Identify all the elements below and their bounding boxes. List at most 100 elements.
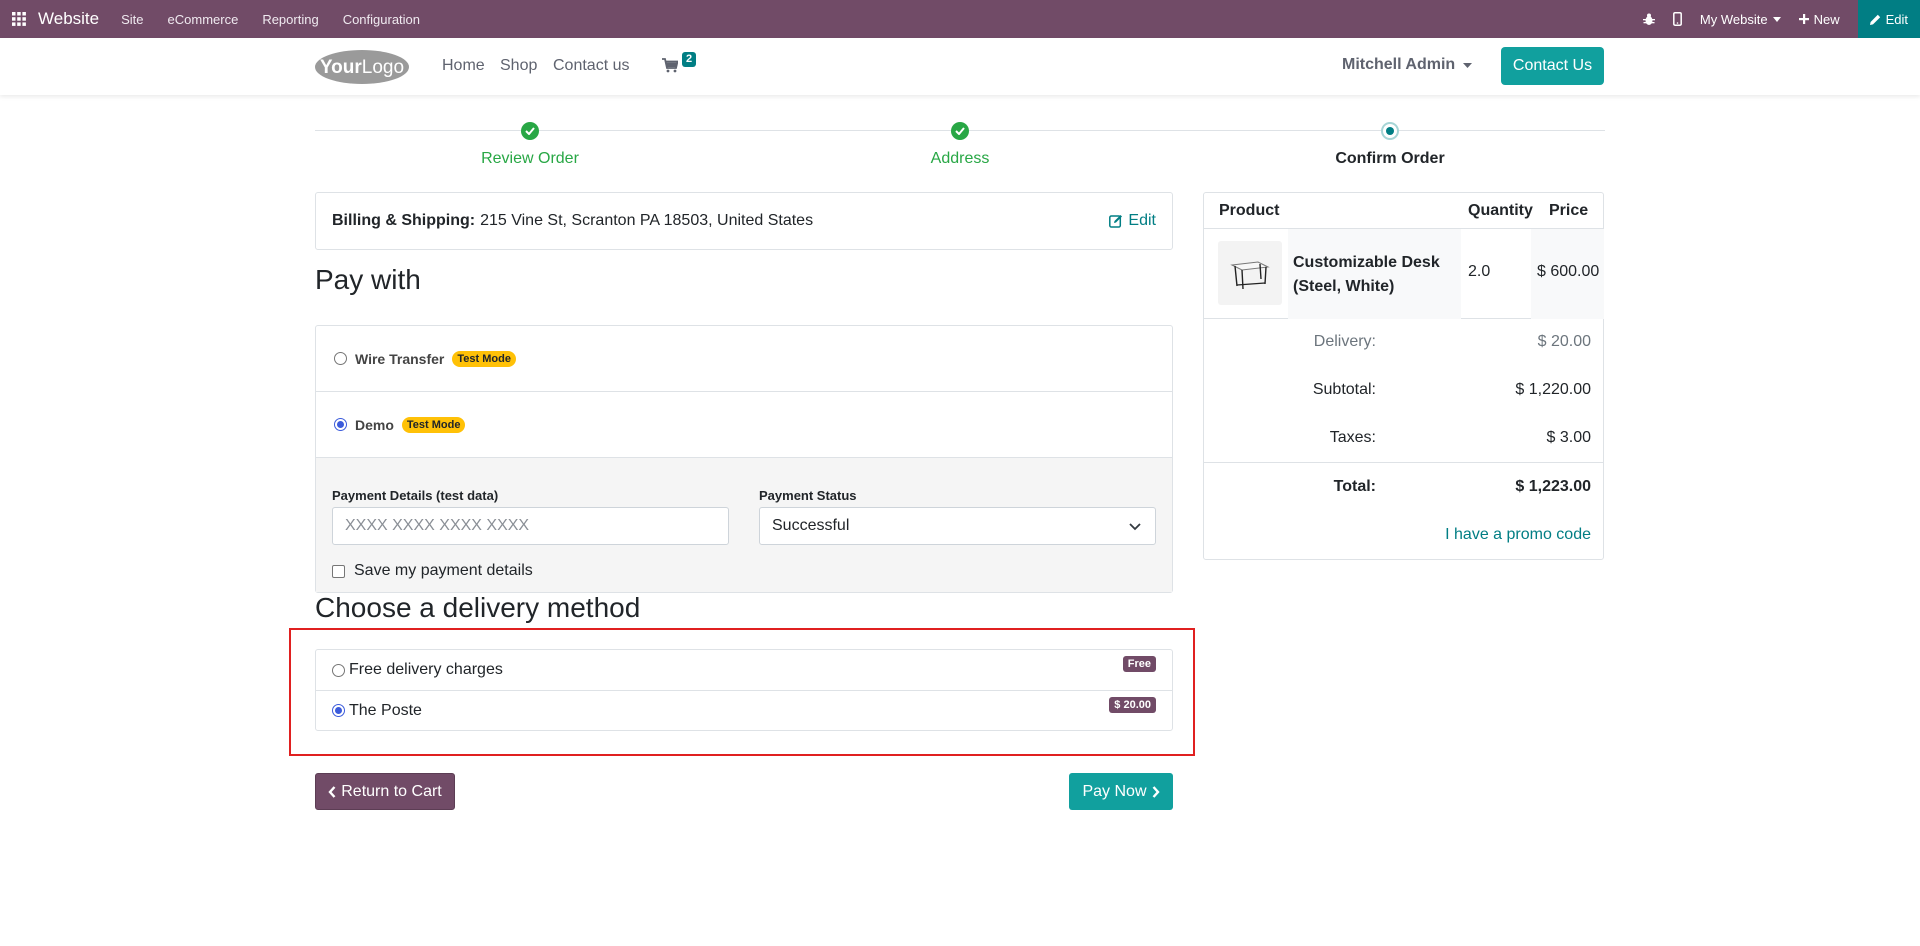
payment-status-value: Successful bbox=[772, 517, 850, 534]
product-name-line1: Customizable Desk bbox=[1293, 254, 1440, 271]
menu-reporting[interactable]: Reporting bbox=[262, 12, 318, 27]
column-product: Product bbox=[1219, 202, 1280, 219]
taxes-label: Taxes: bbox=[1329, 429, 1376, 446]
step-confirm-current-icon bbox=[1381, 122, 1399, 140]
payment-option-name: Wire Transfer bbox=[355, 350, 445, 367]
payment-option-demo[interactable]: Demo Test Mode bbox=[316, 392, 1172, 458]
summary-header: Product Quantity Price bbox=[1204, 193, 1603, 229]
my-website-dropdown[interactable]: My Website bbox=[1700, 12, 1781, 27]
payment-details-label: Payment Details (test data) bbox=[332, 488, 499, 503]
payment-option-name: Demo bbox=[355, 416, 394, 433]
site-logo[interactable]: YourLogo bbox=[314, 48, 410, 86]
delivery-methods-box: Free delivery charges Free The Poste $ 2… bbox=[315, 649, 1173, 731]
delivery-option-name: Free delivery charges bbox=[349, 661, 503, 678]
my-website-label: My Website bbox=[1699, 11, 1768, 27]
product-name-line2: (Steel, White) bbox=[1293, 278, 1395, 295]
column-quantity: Quantity bbox=[1468, 202, 1533, 219]
the-poste-radio[interactable] bbox=[332, 704, 345, 717]
delivery-price-badge: Free bbox=[1122, 656, 1156, 672]
user-name: Mitchell Admin bbox=[1342, 56, 1456, 73]
delivery-price-badge: $ 20.00 bbox=[1109, 697, 1156, 713]
menu-site[interactable]: Site bbox=[121, 12, 143, 27]
pencil-icon bbox=[1869, 14, 1880, 25]
save-payment-checkbox[interactable] bbox=[332, 564, 345, 578]
step-review-order[interactable]: Review Order bbox=[481, 150, 579, 168]
pay-with-title: Pay with bbox=[315, 264, 421, 295]
delivery-option-free[interactable]: Free delivery charges Free bbox=[316, 650, 1172, 690]
subtotal-value: $ 1,220.00 bbox=[1515, 381, 1591, 398]
delivery-value: $ 20.00 bbox=[1537, 333, 1591, 350]
subtotal-label: Subtotal: bbox=[1312, 381, 1376, 398]
debug-bug-icon[interactable] bbox=[1642, 13, 1655, 26]
return-to-cart-label: Return to Cart bbox=[341, 782, 442, 800]
test-mode-badge: Test Mode bbox=[452, 350, 516, 367]
nav-contact-us[interactable]: Contact us bbox=[553, 57, 629, 75]
menu-ecommerce[interactable]: eCommerce bbox=[168, 12, 239, 27]
edit-address-label: Edit bbox=[1128, 212, 1156, 229]
delivery-label: Delivery: bbox=[1313, 333, 1376, 350]
admin-brand[interactable]: Website bbox=[38, 9, 99, 29]
product-image[interactable] bbox=[1218, 241, 1282, 305]
promo-code-link[interactable]: I have a promo code bbox=[1445, 526, 1591, 544]
billing-address: 215 Vine St, Scranton PA 18503, United S… bbox=[480, 212, 814, 229]
user-menu[interactable]: Mitchell Admin bbox=[1342, 56, 1473, 74]
nav-home[interactable]: Home bbox=[442, 57, 485, 75]
product-price: $ 600.00 bbox=[1537, 263, 1600, 280]
svg-text:YourLogo: YourLogo bbox=[320, 57, 404, 78]
contact-us-button[interactable]: Contact Us bbox=[1501, 47, 1604, 85]
free-delivery-radio[interactable] bbox=[332, 663, 345, 677]
edit-address-link[interactable]: Edit bbox=[1109, 212, 1156, 230]
payment-methods-box: Wire Transfer Test Mode Demo Test Mode P… bbox=[315, 325, 1173, 593]
step-address[interactable]: Address bbox=[931, 150, 990, 168]
test-mode-badge: Test Mode bbox=[401, 416, 466, 433]
apps-menu-icon[interactable] bbox=[0, 0, 38, 38]
taxes-value: $ 3.00 bbox=[1546, 429, 1591, 446]
payment-details-panel: Payment Details (test data) XXXX XXXX XX… bbox=[316, 458, 1172, 592]
mobile-preview-icon[interactable] bbox=[1672, 12, 1682, 26]
payment-option-wire-transfer[interactable]: Wire Transfer Test Mode bbox=[316, 326, 1172, 392]
billing-shipping-box: Billing & Shipping: 215 Vine St, Scranto… bbox=[315, 192, 1173, 250]
caret-down-icon bbox=[1463, 62, 1473, 68]
return-to-cart-button[interactable]: Return to Cart bbox=[315, 773, 455, 810]
shopping-cart-icon bbox=[662, 58, 678, 73]
total-label: Total: bbox=[1333, 478, 1376, 495]
delivery-option-the-poste[interactable]: The Poste $ 20.00 bbox=[316, 690, 1172, 730]
payment-status-select[interactable]: Successful bbox=[759, 507, 1156, 545]
edit-label: Edit bbox=[1885, 11, 1908, 27]
pay-now-label: Pay Now bbox=[1082, 782, 1147, 800]
column-price: Price bbox=[1549, 202, 1589, 219]
step-review-check-icon bbox=[521, 122, 539, 140]
edit-website-button[interactable]: Edit bbox=[1857, 0, 1920, 38]
payment-status-label: Payment Status bbox=[759, 488, 857, 503]
save-payment-details[interactable]: Save my payment details bbox=[332, 562, 533, 580]
chevron-down-icon bbox=[1129, 523, 1141, 531]
order-summary: Product Quantity Price Customizable Desk… bbox=[1203, 192, 1604, 560]
product-name[interactable]: Customizable Desk (Steel, White) bbox=[1293, 251, 1440, 299]
total-divider bbox=[1204, 462, 1603, 463]
plus-icon bbox=[1798, 14, 1809, 24]
caret-down-icon bbox=[1772, 16, 1781, 22]
admin-bar: Website Site eCommerce Reporting Configu… bbox=[0, 0, 1920, 38]
cart-count-badge: 2 bbox=[682, 52, 697, 67]
edit-square-icon bbox=[1109, 215, 1123, 228]
demo-radio[interactable] bbox=[334, 418, 347, 431]
total-value: $ 1,223.00 bbox=[1515, 478, 1591, 495]
delivery-method-title: Choose a delivery method bbox=[315, 592, 641, 623]
site-header: YourLogo Home Shop Contact us 2 Mitchell… bbox=[0, 38, 1920, 95]
product-quantity: 2.0 bbox=[1468, 263, 1491, 280]
summary-product-row: Customizable Desk (Steel, White) 2.0 $ 6… bbox=[1204, 229, 1604, 319]
chevron-left-icon bbox=[328, 785, 336, 798]
chevron-right-icon bbox=[1152, 785, 1160, 798]
step-address-check-icon bbox=[951, 122, 969, 140]
wire-transfer-radio[interactable] bbox=[334, 352, 347, 365]
save-payment-label: Save my payment details bbox=[354, 562, 533, 579]
billing-label: Billing & Shipping: bbox=[332, 212, 476, 229]
new-button[interactable]: New bbox=[1798, 12, 1840, 27]
nav-shop[interactable]: Shop bbox=[500, 57, 537, 75]
delivery-option-name: The Poste bbox=[349, 701, 422, 719]
pay-now-button[interactable]: Pay Now bbox=[1069, 773, 1173, 810]
menu-configuration[interactable]: Configuration bbox=[343, 12, 420, 27]
card-number-placeholder: XXXX XXXX XXXX XXXX bbox=[345, 517, 530, 534]
step-confirm-order: Confirm Order bbox=[1335, 150, 1445, 167]
card-number-input[interactable]: XXXX XXXX XXXX XXXX bbox=[332, 507, 729, 545]
